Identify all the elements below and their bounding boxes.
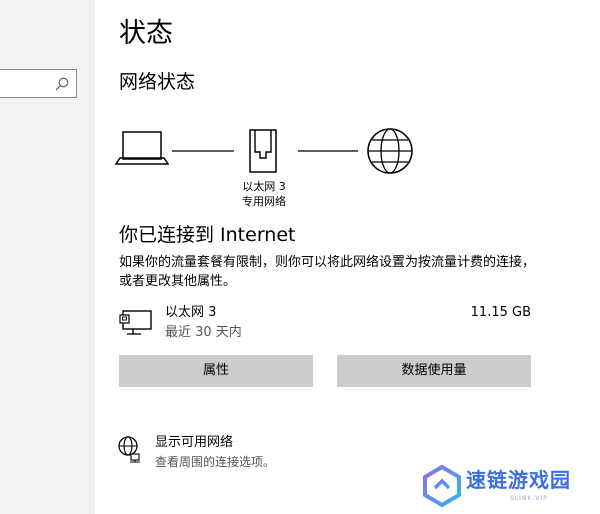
- connection-status-description: 如果你的流量套餐有限制，则你可以将此网络设置为按流量计费的连接，或者更改其他属性…: [119, 255, 536, 289]
- watermark: 速链游戏园 SLINK.VIP: [420, 462, 585, 512]
- watermark-subtext: SLINK.VIP: [510, 495, 548, 502]
- ethernet-pc-icon: [119, 310, 152, 335]
- show-networks-subtitle: 查看周围的连接选项。: [155, 455, 276, 469]
- main-content: 状态 网络状态 以太网 3 专用网络 你已连接到 Internet 如果你的流量…: [0, 0, 600, 514]
- page-title: 状态: [119, 18, 173, 49]
- connection-name: 以太网 3: [165, 305, 217, 320]
- show-networks-title[interactable]: 显示可用网络: [155, 435, 233, 451]
- globe-icon: [367, 128, 413, 174]
- watermark-text: 速链游戏园: [466, 468, 571, 492]
- watermark-logo-icon: [423, 464, 461, 508]
- section-title-network-status: 网络状态: [119, 71, 196, 93]
- connection-status-heading: 你已连接到 Internet: [119, 224, 296, 246]
- connection-period: 最近 30 天内: [165, 325, 242, 340]
- globe-network-icon: [118, 436, 140, 463]
- properties-button[interactable]: 属性: [119, 355, 313, 387]
- data-usage-button[interactable]: 数据使用量: [337, 355, 531, 387]
- laptop-icon: [114, 131, 170, 165]
- adapter-type: 专用网络: [242, 195, 286, 208]
- adapter-name: 以太网 3: [242, 180, 286, 193]
- adapter-label: 以太网 3 专用网络: [224, 179, 304, 209]
- ethernet-icon: [249, 129, 277, 173]
- connection-usage: 11.15 GB: [470, 305, 531, 320]
- show-available-networks-link[interactable]: 显示可用网络 查看周围的连接选项。: [117, 433, 377, 473]
- connection-row: 以太网 3 最近 30 天内 11.15 GB: [119, 305, 531, 345]
